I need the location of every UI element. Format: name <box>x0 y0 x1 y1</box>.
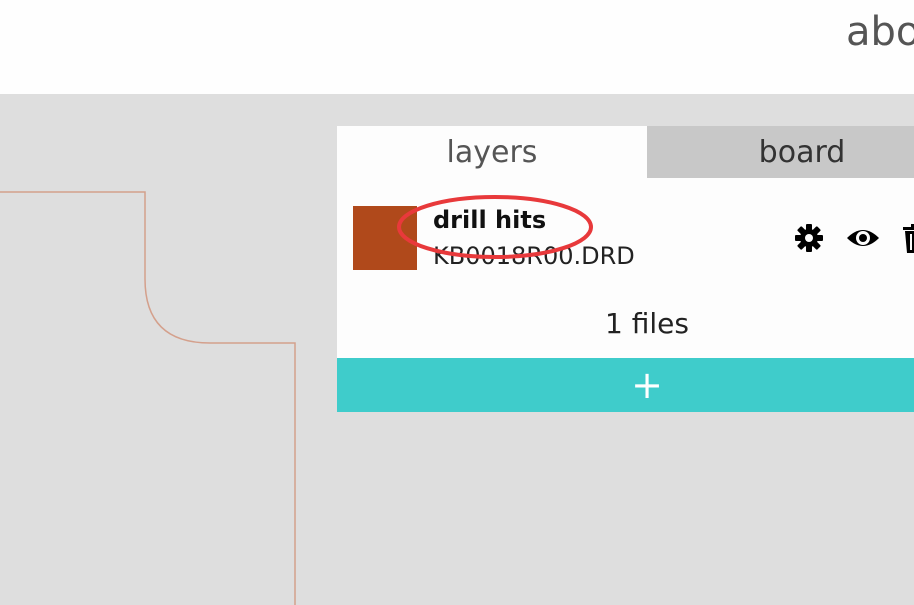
tab-layers[interactable]: layers <box>337 126 647 178</box>
layers-panel: layers board drill hits KB0018R00.DRD 1 … <box>337 126 914 412</box>
eye-icon[interactable] <box>845 222 881 254</box>
layer-color-swatch[interactable] <box>353 206 417 270</box>
board-outline-path <box>0 191 296 605</box>
panel-tabs: layers board <box>337 126 914 178</box>
gear-icon[interactable] <box>793 222 825 254</box>
add-layer-button[interactable]: + <box>337 358 914 412</box>
file-count: 1 files <box>605 307 689 340</box>
trash-icon[interactable] <box>900 222 914 254</box>
layer-filename: KB0018R00.DRD <box>433 242 635 270</box>
top-header: abo <box>0 0 914 94</box>
layer-item[interactable]: drill hits KB0018R00.DRD <box>337 178 914 278</box>
layer-name: drill hits <box>433 206 547 234</box>
tab-board[interactable]: board <box>647 126 914 178</box>
plus-icon: + <box>631 363 663 407</box>
app-page: abo layers board drill hits KB0018R00.DR… <box>0 0 914 605</box>
about-link[interactable]: abo <box>846 6 914 58</box>
